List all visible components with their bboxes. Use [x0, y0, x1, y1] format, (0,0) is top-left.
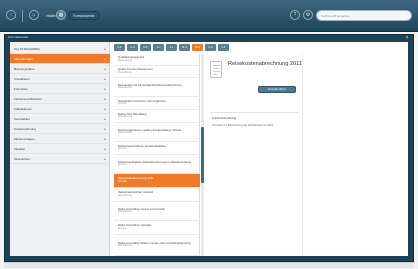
- list-item[interactable]: Reisekosten mit Pauschalen/Reisekostenab…: [114, 78, 200, 97]
- document-list: Qualitätsmanagement Musterlösung Quality …: [114, 54, 200, 256]
- list-item[interactable]: Rechnungsermittlung mit Vertriebsbeleg Re…: [114, 142, 200, 155]
- list-item[interactable]: Qualitätsmanagement Musterlösung: [114, 54, 200, 66]
- sidebar-item[interactable]: Instrumente/Rechner ▸: [10, 94, 110, 104]
- list-item[interactable]: Rechnungsabgleich: Einkaufsrechnungen u.…: [114, 155, 200, 174]
- home-button[interactable]: ⌂: [29, 10, 39, 20]
- sidebar-item[interactable]: Übersichten ▸: [10, 154, 110, 164]
- description-text: Formular zur Berechnung der Reisekosten …: [212, 124, 274, 127]
- description-heading: Kurzbeschreibung: [212, 116, 237, 120]
- chevron-right-icon: ▸: [104, 96, 106, 101]
- list-item[interactable]: Reisekostenrechner: Ausland Musterlösung: [114, 188, 200, 202]
- chevron-right-icon: ▸: [104, 136, 106, 141]
- open-form-button[interactable]: Formular öffnen: [258, 86, 296, 93]
- tab-filter-active[interactable]: P-R: [192, 44, 203, 51]
- settings-button[interactable]: ⚙: [303, 10, 313, 20]
- home-icon: ⌂: [32, 12, 36, 18]
- chevron-left-icon: ‹: [10, 12, 12, 18]
- chevron-right-icon: ▸: [104, 106, 106, 111]
- chevron-right-icon: ▸: [104, 116, 106, 121]
- list-item[interactable]: Rechnungsprüfung: Leasing Sonderzahlung …: [114, 123, 200, 142]
- help-icon: ?: [293, 12, 297, 18]
- list-item-selected[interactable]: Reisekostenabrechnung 2011 Formular: [114, 174, 200, 188]
- chevron-right-icon: ▸: [104, 76, 106, 81]
- chevron-right-icon: ▸: [104, 146, 106, 151]
- list-item[interactable]: Quality Function Deployment Musterlösung: [114, 66, 200, 78]
- tab-formularcenter-label: Formularcenter: [73, 13, 95, 18]
- chevron-right-icon: ▸: [104, 86, 106, 91]
- tab-filter[interactable]: A-C: [127, 44, 138, 51]
- sidebar-item[interactable]: Buchungssätze ▸: [10, 64, 110, 74]
- sidebar-item[interactable]: Formulare ▸: [10, 84, 110, 94]
- list-scrollbar-thumb[interactable]: [201, 127, 204, 183]
- tab-filter[interactable]: M-O: [179, 44, 190, 51]
- chevron-right-icon: ▸: [104, 66, 106, 71]
- document-thumbnail: [210, 61, 222, 78]
- formularcenter-icon-button[interactable]: ▦: [56, 10, 66, 20]
- detail-title: Reisekostenabrechnung 2011: [228, 61, 302, 67]
- tab-inhalte-label: Inhalte: [46, 13, 56, 18]
- search-input[interactable]: Suchbegriff eingeben: [316, 10, 412, 21]
- chevron-right-icon: ▸: [104, 46, 106, 51]
- gear-icon: ⚙: [305, 12, 311, 18]
- toolbar-divider: [22, 10, 23, 22]
- sidebar-item[interactable]: Checklisten ▸: [10, 74, 110, 84]
- top-toolbar: ‹ ⌂ Inhalte ▦ Formularcenter ? ⚙ Suchbeg…: [0, 0, 418, 32]
- chevron-right-icon: ▸: [104, 126, 106, 131]
- chevron-right-icon: ▸: [104, 56, 106, 61]
- chevron-right-icon: ▸: [104, 156, 106, 161]
- sidebar-item[interactable]: Mustervorlagen ▸: [10, 134, 110, 144]
- help-button[interactable]: ?: [290, 10, 300, 20]
- tab-filter[interactable]: 0-9: [114, 44, 125, 51]
- sidebar-item[interactable]: Kostenrechnung ▸: [10, 124, 110, 134]
- tab-filter[interactable]: D-F: [140, 44, 151, 51]
- list-item[interactable]: Risiko-Controlling: Risiken mit dem Ziel…: [114, 235, 200, 256]
- divider: [210, 112, 298, 113]
- detail-pane: [208, 54, 300, 256]
- back-button[interactable]: ‹: [6, 10, 16, 20]
- list-item[interactable]: Risiko-Controlling: Gesetz zur Kontrolle…: [114, 202, 200, 221]
- sidebar-item[interactable]: Top 10 Arbeitshilfen ▸: [10, 44, 110, 54]
- list-item[interactable]: Rating-Tool: Bau Rating Musterlösung: [114, 110, 200, 123]
- category-sidebar: Top 10 Arbeitshilfen ▸ Abrechnungen ▸ Buch…: [10, 42, 110, 256]
- close-icon[interactable]: ×: [404, 35, 410, 41]
- tab-formularcenter[interactable]: Formularcenter: [68, 11, 100, 20]
- status-bar: [4, 262, 414, 268]
- list-item[interactable]: Reisekosten berechnen und vergleichen Rec…: [114, 97, 200, 110]
- tab-filter[interactable]: G-I: [153, 44, 164, 51]
- sidebar-item[interactable]: Kennzahlen ▸: [10, 114, 110, 124]
- list-item[interactable]: Risiko-Controlling: spezielle Rechner: [114, 221, 200, 235]
- sidebar-item-active[interactable]: Abrechnungen ▸: [10, 54, 110, 64]
- tab-filter[interactable]: V-Z: [218, 44, 229, 51]
- sidebar-item[interactable]: Kalkulationen ▸: [10, 104, 110, 114]
- sidebar-item[interactable]: Tabellen ▸: [10, 144, 110, 154]
- grid-icon: ▦: [58, 12, 64, 18]
- window-title: Formularcenter: [8, 35, 29, 39]
- tab-filter[interactable]: S-U: [205, 44, 216, 51]
- empty-area: [302, 54, 408, 256]
- tab-filter[interactable]: J-L: [166, 44, 177, 51]
